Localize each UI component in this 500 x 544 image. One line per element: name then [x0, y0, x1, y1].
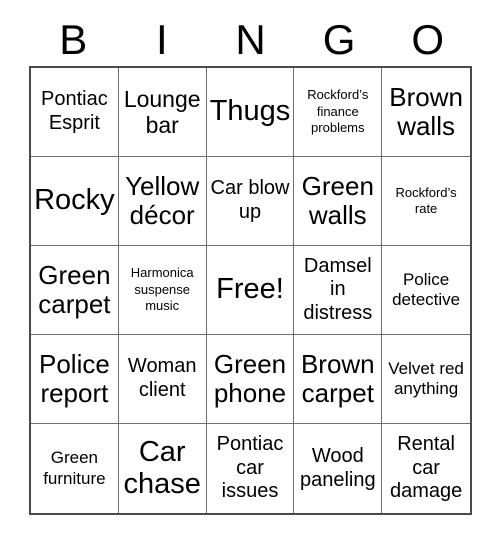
bingo-cell[interactable]: Green phone — [206, 335, 295, 424]
bingo-cell-label: Rental car damage — [389, 433, 463, 503]
bingo-cell[interactable]: Damsel in distress — [294, 246, 383, 335]
bingo-cell-label: Yellow décor — [125, 170, 200, 230]
bingo-cell-label: Woman client — [127, 355, 197, 401]
header-letter-n: N — [235, 16, 266, 63]
bingo-cell[interactable]: Rocky — [31, 157, 119, 246]
bingo-cell-label: Harmonica suspense music — [130, 265, 194, 314]
header-letter-o: O — [411, 16, 444, 63]
bingo-cell[interactable]: Brown walls — [382, 68, 470, 157]
bingo-cell[interactable]: Pontiac Esprit — [31, 68, 119, 157]
bingo-cell-label: Police report — [38, 348, 110, 408]
bingo-cell[interactable]: Wood paneling — [294, 424, 383, 513]
bingo-cell[interactable]: Brown carpet — [294, 335, 383, 424]
bingo-cell-label: Green walls — [301, 170, 374, 230]
bingo-cell-label: Brown carpet — [300, 348, 375, 408]
bingo-cell[interactable]: Woman client — [118, 335, 207, 424]
bingo-cell-label: Lounge bar — [123, 85, 201, 138]
bingo-cell[interactable]: Harmonica suspense music — [118, 246, 207, 335]
bingo-cell[interactable]: Rental car damage — [382, 424, 470, 513]
header-letter-g: G — [322, 16, 356, 63]
bingo-cell[interactable]: Lounge bar — [118, 68, 207, 157]
bingo-cell[interactable]: Car chase — [118, 424, 207, 513]
bingo-cell[interactable]: Green furniture — [31, 424, 119, 513]
header-letter-i: I — [156, 16, 168, 63]
bingo-cell-label: Damsel in distress — [303, 254, 373, 324]
bingo-cell-label: Rocky — [34, 184, 115, 217]
bingo-cell-label: Brown walls — [389, 81, 463, 141]
bingo-cell[interactable]: Thugs — [206, 68, 295, 157]
bingo-cell-label: Police detective — [392, 269, 461, 309]
bingo-cell[interactable]: Car blow up — [206, 157, 295, 246]
bingo-cell-label: Pontiac Esprit — [41, 88, 108, 134]
header-letter-b: B — [59, 16, 88, 63]
bingo-header: B I N G O — [29, 14, 472, 66]
bingo-cell[interactable]: Police report — [31, 335, 119, 424]
bingo-cell-label: Free! — [216, 273, 284, 306]
bingo-cell-label: Rockford’s rate — [395, 184, 457, 216]
bingo-cell[interactable]: Yellow décor — [118, 157, 207, 246]
bingo-cell-label: Pontiac car issues — [216, 433, 284, 503]
bingo-grid: Pontiac Esprit Lounge bar Thugs Rockford’s … — [29, 66, 472, 515]
bingo-cell[interactable]: Pontiac car issues — [206, 424, 295, 513]
bingo-cell-label: Wood paneling — [299, 444, 376, 491]
bingo-cell[interactable]: Police detective — [382, 246, 470, 335]
bingo-free-cell[interactable]: Free! — [206, 246, 295, 335]
bingo-cell-label: Car chase — [123, 435, 201, 500]
bingo-cell-label: Car blow up — [210, 177, 290, 223]
bingo-cell-label: Velvet red anything — [388, 358, 464, 398]
bingo-cell[interactable]: Rockford’s rate — [382, 157, 470, 246]
bingo-cell-label: Green furniture — [43, 448, 106, 488]
bingo-cell-label: Green phone — [213, 348, 287, 408]
bingo-card: B I N G O Pontiac Esprit Lounge bar Thugs R… — [0, 0, 500, 544]
bingo-cell-label: Thugs — [209, 95, 291, 128]
bingo-cell[interactable]: Rockford’s finance problems — [294, 68, 383, 157]
bingo-cell-label: Rockford’s finance problems — [307, 87, 369, 136]
bingo-cell-label: Green carpet — [38, 259, 111, 319]
bingo-cell[interactable]: Green walls — [294, 157, 383, 246]
bingo-cell[interactable]: Velvet red anything — [382, 335, 470, 424]
bingo-cell[interactable]: Green carpet — [31, 246, 119, 335]
